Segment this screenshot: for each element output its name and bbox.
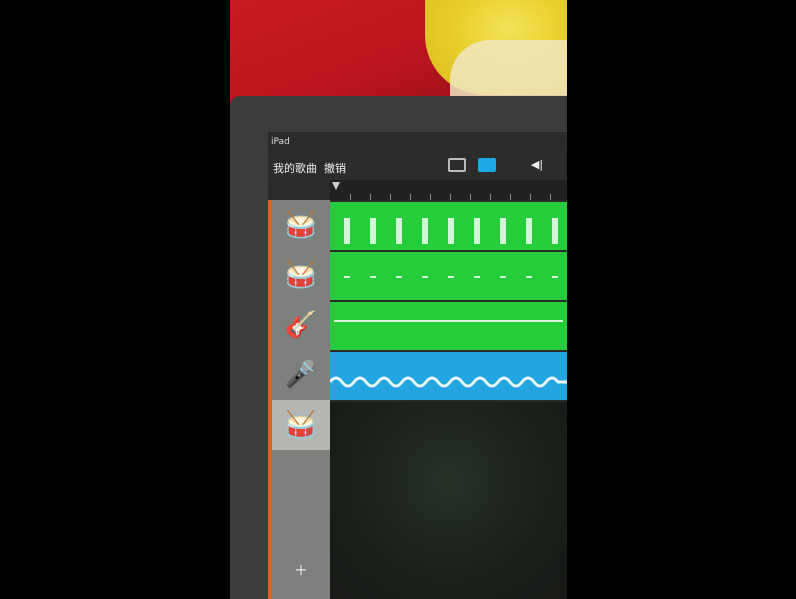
region-notes [334,218,563,244]
drums-icon: 🥁 [284,410,318,440]
photo-frame: iPad 我的歌曲 撤销 ◀| 🥁 🥁 🎸 🎤 🥁 + [230,0,567,599]
microphone-icon: 🎤 [284,360,318,390]
region-notes [334,320,563,322]
track-header-drums-2[interactable]: 🥁 [272,250,330,300]
garageband-screen: iPad 我的歌曲 撤销 ◀| 🥁 🥁 🎸 🎤 🥁 + [268,132,567,599]
my-songs-button[interactable]: 我的歌曲 [273,160,317,176]
add-track-button[interactable]: + [272,560,330,579]
track-header-guitar[interactable]: 🎸 [272,300,330,350]
region-audio-recording[interactable] [330,352,567,400]
status-bar: iPad [268,132,567,150]
audio-waveform [330,376,567,388]
empty-track-area [330,402,567,599]
carrier-label: iPad [271,137,290,147]
region-guitar[interactable] [330,302,567,350]
drums-icon: 🥁 [284,210,318,240]
track-headers: 🥁 🥁 🎸 🎤 🥁 + [268,200,330,599]
track-header-microphone[interactable]: 🎤 [272,350,330,400]
region-drums-2[interactable] [330,252,567,300]
mixer-icon[interactable]: ◀| [526,158,548,172]
timeline-ruler[interactable] [330,180,567,200]
track-header-drums[interactable]: 🥁 [272,200,330,250]
instrument-view-icon[interactable] [448,158,466,172]
undo-button[interactable]: 撤销 [324,160,346,176]
region-drums-1[interactable] [330,202,567,250]
track-header-drums-selected[interactable]: 🥁 [272,400,330,450]
tracks-view-icon[interactable] [478,158,496,172]
drums-icon: 🥁 [284,260,318,290]
top-toolbar: 我的歌曲 撤销 ◀| [268,150,567,180]
region-notes [334,276,563,278]
background-cream-object [450,40,567,100]
guitar-icon: 🎸 [284,310,318,340]
